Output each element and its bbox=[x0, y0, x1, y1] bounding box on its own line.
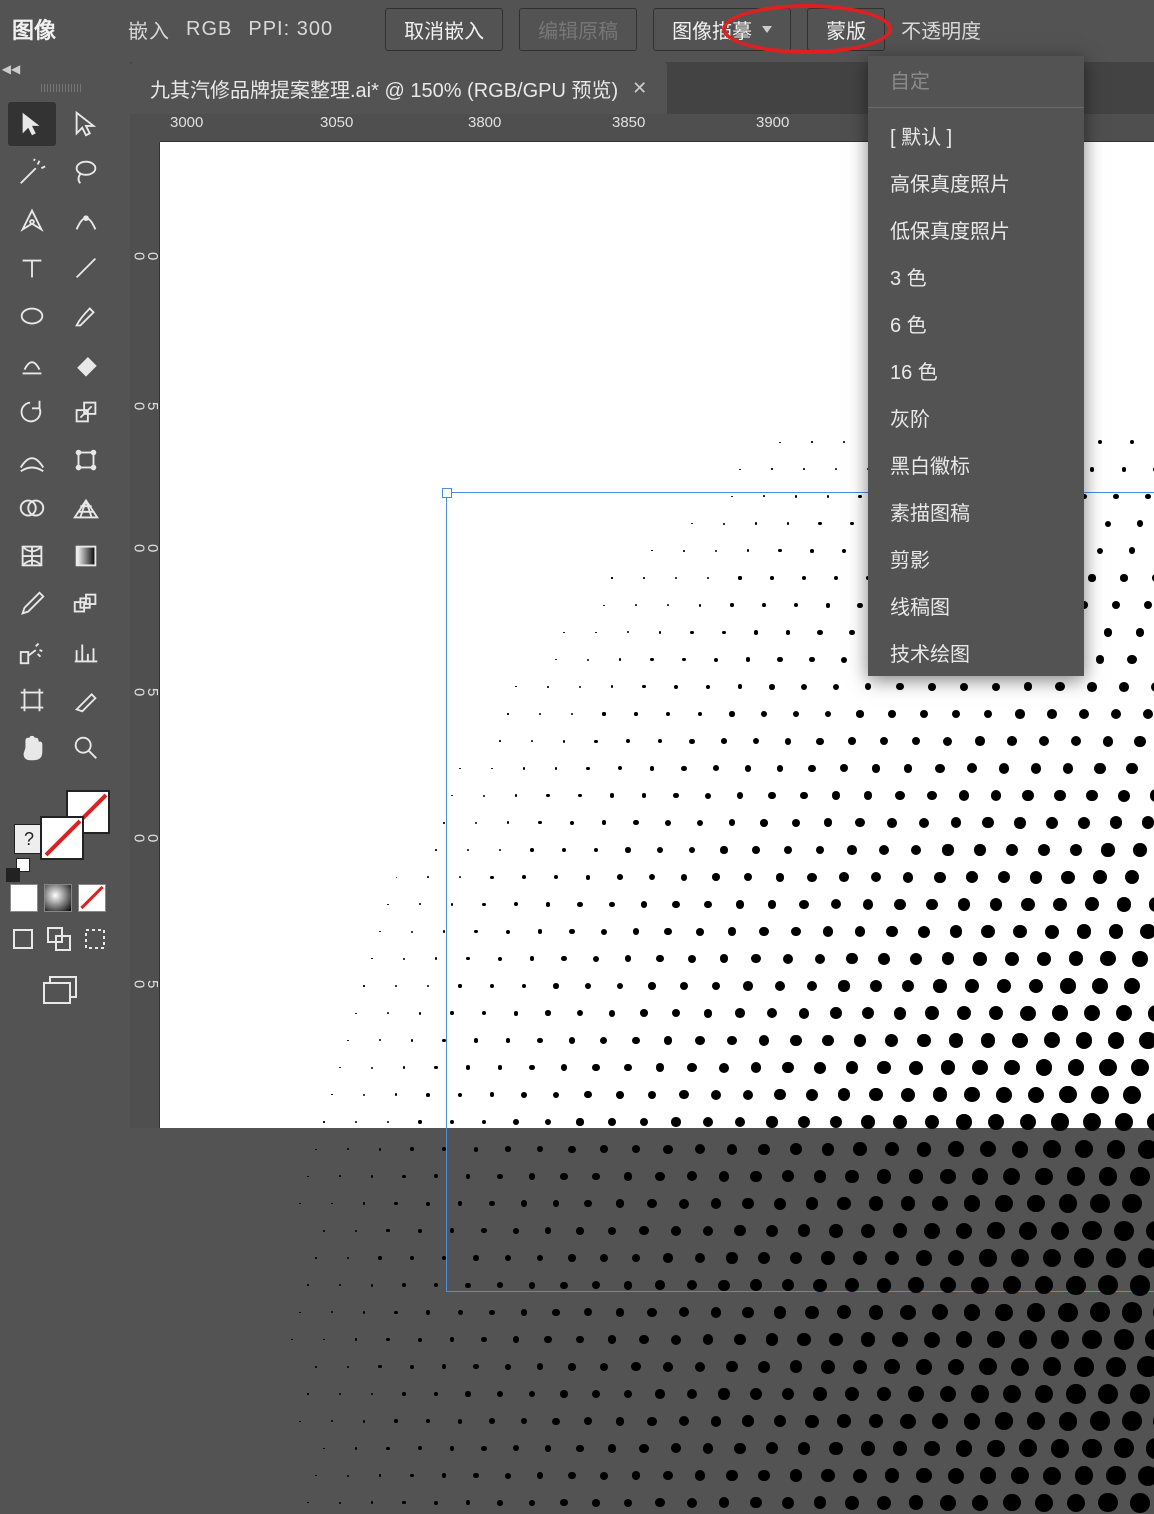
shape-builder-tool[interactable] bbox=[8, 486, 56, 530]
free-transform-tool[interactable] bbox=[62, 438, 110, 482]
eraser-tool[interactable] bbox=[62, 342, 110, 386]
color-mode-row bbox=[0, 878, 122, 918]
dropdown-item[interactable]: 素描图稿 bbox=[868, 488, 1084, 535]
lasso-tool[interactable] bbox=[62, 150, 110, 194]
zoom-tool[interactable] bbox=[62, 726, 110, 770]
draw-normal-icon[interactable] bbox=[10, 926, 36, 952]
screen-mode-button[interactable] bbox=[0, 960, 122, 1022]
pen-tool[interactable] bbox=[8, 198, 56, 242]
blend-tool[interactable] bbox=[62, 582, 110, 626]
dropdown-item[interactable]: 16 色 bbox=[868, 347, 1084, 394]
paintbrush-tool[interactable] bbox=[62, 294, 110, 338]
dropdown-item[interactable]: 3 色 bbox=[868, 253, 1084, 300]
slice-tool[interactable] bbox=[62, 678, 110, 722]
selection-tool[interactable] bbox=[8, 102, 56, 146]
image-trace-label: 图像描摹 bbox=[672, 15, 752, 44]
edit-original-button: 编辑原稿 bbox=[519, 8, 637, 51]
draw-inside-icon[interactable] bbox=[82, 926, 108, 952]
symbol-sprayer-tool[interactable] bbox=[8, 630, 56, 674]
fill-stroke-swatches[interactable]: ? bbox=[6, 782, 122, 872]
image-trace-button[interactable]: 图像描摹 bbox=[653, 8, 791, 51]
magic-wand-tool[interactable] bbox=[8, 150, 56, 194]
line-tool[interactable] bbox=[62, 246, 110, 290]
image-trace-dropdown[interactable]: 自定 [ 默认 ]高保真度照片低保真度照片3 色6 色16 色灰阶黑白徽标素描图稿… bbox=[868, 56, 1084, 676]
artboard-tool[interactable] bbox=[8, 678, 56, 722]
rotate-tool[interactable] bbox=[8, 390, 56, 434]
draw-behind-icon[interactable] bbox=[46, 926, 72, 952]
dropdown-item[interactable]: 黑白徽标 bbox=[868, 441, 1084, 488]
dropdown-item: 自定 bbox=[868, 56, 1084, 103]
width-tool[interactable] bbox=[8, 438, 56, 482]
direct-selection-tool[interactable] bbox=[62, 102, 110, 146]
ruler-tick: 3850 bbox=[612, 114, 645, 131]
selection-handle[interactable] bbox=[442, 488, 452, 498]
color-none[interactable] bbox=[78, 884, 106, 912]
unembed-button[interactable]: 取消嵌入 bbox=[385, 8, 503, 51]
dropdown-item[interactable]: 剪影 bbox=[868, 535, 1084, 582]
opacity-label: 不透明度 bbox=[901, 15, 981, 44]
ellipse-tool[interactable] bbox=[8, 294, 56, 338]
eyedropper-tool[interactable] bbox=[8, 582, 56, 626]
ruler-tick: 3900 bbox=[756, 114, 789, 131]
perspective-grid-tool[interactable] bbox=[62, 486, 110, 530]
dropdown-item[interactable]: [ 默认 ] bbox=[868, 112, 1084, 159]
dropdown-item[interactable]: 线稿图 bbox=[868, 582, 1084, 629]
embed-label[interactable]: 嵌入 bbox=[128, 15, 170, 44]
mask-button[interactable]: 蒙版 bbox=[807, 8, 885, 51]
tools-panel: ? bbox=[0, 80, 122, 1022]
fill-swatch[interactable] bbox=[40, 816, 84, 860]
dropdown-item[interactable]: 技术绘图 bbox=[868, 629, 1084, 676]
dropdown-item[interactable]: 灰阶 bbox=[868, 394, 1084, 441]
ppi-label: PPI: 300 bbox=[248, 18, 333, 41]
type-tool[interactable] bbox=[8, 246, 56, 290]
mesh-tool[interactable] bbox=[8, 534, 56, 578]
ruler-tick: 3050 bbox=[320, 114, 353, 131]
curvature-tool[interactable] bbox=[62, 198, 110, 242]
dropdown-item[interactable]: 高保真度照片 bbox=[868, 159, 1084, 206]
color-gradient[interactable] bbox=[44, 884, 72, 912]
ruler-tick: 3000 bbox=[170, 114, 203, 131]
panel-collapse-handle[interactable]: ◀◀ bbox=[0, 60, 22, 78]
shaper-tool[interactable] bbox=[8, 342, 56, 386]
panel-grip[interactable] bbox=[41, 84, 81, 92]
control-bar: 图像 嵌入 RGB PPI: 300 取消嵌入 编辑原稿 图像描摹 蒙版 不透明… bbox=[0, 0, 1154, 58]
colormode-label: RGB bbox=[186, 18, 232, 41]
dropdown-item[interactable]: 低保真度照片 bbox=[868, 206, 1084, 253]
dropdown-item[interactable]: 6 色 bbox=[868, 300, 1084, 347]
document-tab[interactable]: 九其汽修品牌提案整理.ai* @ 150% (RGB/GPU 预览) ✕ bbox=[130, 62, 667, 114]
scale-tool[interactable] bbox=[62, 390, 110, 434]
ruler-tick: 3800 bbox=[468, 114, 501, 131]
chevron-down-icon[interactable] bbox=[762, 26, 772, 33]
document-title: 九其汽修品牌提案整理.ai* @ 150% (RGB/GPU 预览) bbox=[150, 74, 618, 103]
ruler-vertical[interactable]: 4700 4650 4600 4550 4500 4450 bbox=[130, 142, 160, 1128]
gradient-tool[interactable] bbox=[62, 534, 110, 578]
close-icon[interactable]: ✕ bbox=[632, 78, 647, 99]
hand-tool[interactable] bbox=[8, 726, 56, 770]
object-type-label: 图像 bbox=[12, 13, 56, 45]
default-fs-icon-b bbox=[6, 868, 20, 882]
color-solid[interactable] bbox=[10, 884, 38, 912]
column-graph-tool[interactable] bbox=[62, 630, 110, 674]
